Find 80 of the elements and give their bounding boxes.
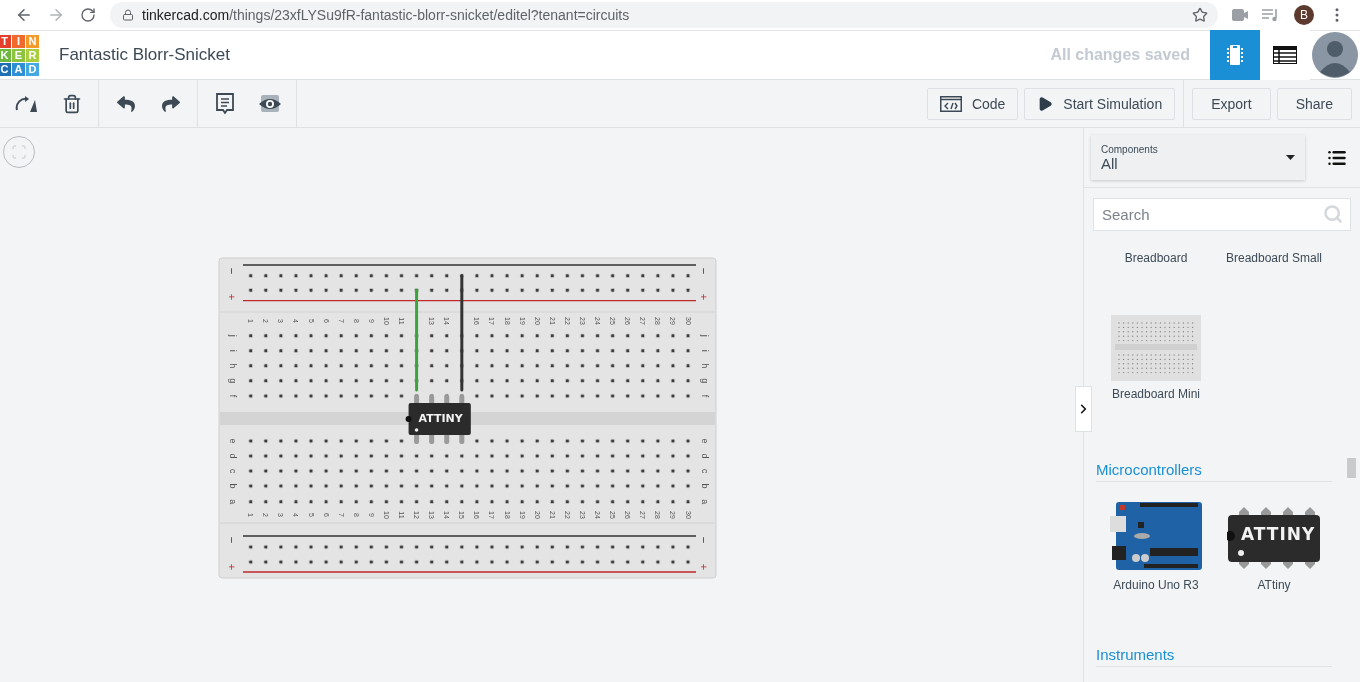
row-letter: f [700, 394, 710, 398]
rail-sign: − [698, 267, 710, 275]
component-item[interactable]: ATTINY ATtiny [1215, 500, 1333, 592]
rail-sign: + [226, 293, 238, 301]
row-letter: j [700, 334, 710, 337]
panel-toggle-button[interactable] [1075, 386, 1092, 432]
row-letter: h [228, 363, 238, 369]
eye-icon [257, 93, 282, 114]
components-dropdown[interactable]: Components All [1091, 135, 1305, 180]
rail-sign: + [698, 563, 710, 571]
logo[interactable]: T I N K E R C A D [0, 34, 39, 76]
address-bar[interactable]: tinkercad.com/things/23xfLYSu9fR-fantastic-blorr-snicket/editel?tenant=circuits [110, 2, 1218, 28]
row-letter: f [228, 394, 238, 398]
row-letter: b [700, 483, 710, 489]
undo-icon [116, 94, 135, 113]
row-letter: i [700, 349, 710, 352]
chip-label: ATTINY [1241, 524, 1316, 544]
row-letter: b [228, 483, 238, 489]
row-letter: c [228, 468, 238, 474]
table-icon [1273, 46, 1297, 64]
component-label: Arduino Uno R3 [1113, 578, 1199, 592]
code-button[interactable]: Code [926, 87, 1019, 120]
row-letter: a [228, 499, 238, 505]
circuit-board-icon [1110, 500, 1202, 572]
component-label: Breadboard [1124, 251, 1188, 265]
row-letter: e [700, 438, 710, 444]
rotate-icon [14, 93, 39, 114]
user-avatar[interactable] [1312, 32, 1358, 78]
component-item[interactable]: Breadboard Small [1215, 245, 1333, 265]
url-text: tinkercad.com/things/23xfLYSu9fR-fantastic-blorr-snicket/editel?tenant=circuits [142, 7, 631, 23]
simulation-button[interactable]: Start Simulation [1024, 87, 1176, 120]
section-heading: Instruments [1096, 646, 1332, 667]
search-field[interactable]: Search [1093, 198, 1351, 231]
rail-sign: − [226, 267, 238, 275]
breadboard-drawing[interactable] [218, 257, 717, 579]
row-letter: e [228, 438, 238, 444]
row-letter: g [700, 378, 710, 384]
code-window-icon [939, 95, 962, 112]
chip-icon [1227, 44, 1243, 66]
component-item[interactable]: Breadboard [1097, 245, 1215, 265]
component-label: Breadboard Small [1225, 251, 1323, 265]
share-button[interactable]: Share [1276, 87, 1352, 120]
design-title[interactable]: Fantastic Blorr-Snicket [59, 45, 1051, 65]
section-heading: Microcontrollers [1096, 461, 1332, 482]
note-icon [214, 92, 235, 115]
lock-icon [122, 9, 134, 21]
trash-icon [61, 93, 82, 114]
chip[interactable] [405, 395, 471, 444]
component-label: ATtiny [1257, 578, 1291, 592]
reload-icon[interactable] [80, 7, 96, 23]
playlist-icon[interactable] [1262, 8, 1280, 22]
component-label: Breadboard Mini [1111, 387, 1201, 401]
caret-icon [1286, 155, 1295, 160]
redo-icon [161, 94, 180, 113]
back-icon[interactable] [15, 6, 33, 24]
rail-sign: + [226, 563, 238, 571]
row-letter: j [228, 334, 238, 337]
save-status: All changes saved [1050, 46, 1190, 64]
rail-sign: − [226, 536, 238, 544]
star-icon[interactable] [1192, 7, 1208, 23]
search-icon [1323, 204, 1343, 224]
row-letter: d [228, 453, 238, 459]
row-letter: g [228, 378, 238, 384]
profile-avatar[interactable]: B [1294, 5, 1314, 25]
breadboard-mini-icon [1111, 315, 1201, 381]
row-letter: h [700, 363, 710, 369]
row-letter: d [700, 453, 710, 459]
fit-view-icon [11, 144, 27, 160]
rail-sign: + [698, 293, 710, 301]
export-button[interactable]: Export [1192, 87, 1271, 120]
wire[interactable] [460, 274, 464, 392]
play-icon [1037, 95, 1054, 112]
row-letter: i [228, 349, 238, 352]
row-letter: c [700, 468, 710, 474]
rail-sign: − [698, 536, 710, 544]
component-item[interactable]: Breadboard Mini [1097, 315, 1215, 401]
scrollbar-thumb[interactable] [1347, 458, 1356, 478]
row-letter: a [700, 499, 710, 505]
component-item[interactable]: Arduino Uno R3 [1097, 500, 1215, 592]
chip-label: ATTINY [418, 411, 463, 425]
